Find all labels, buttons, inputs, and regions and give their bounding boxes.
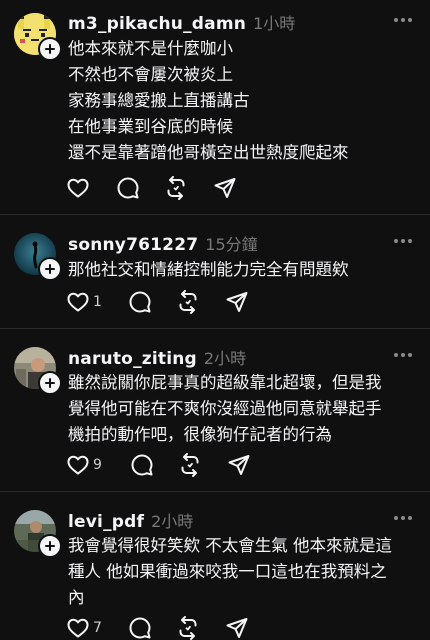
like-button[interactable]: 9 [66,453,102,477]
comment-icon [117,177,139,199]
heart-icon [67,178,89,198]
repost-button[interactable] [164,176,188,200]
avatar[interactable] [14,13,62,61]
comment-button[interactable] [130,453,154,477]
username[interactable]: m3_pikachu_damn [68,14,246,34]
share-button[interactable] [213,176,237,200]
text-line: 種人 他如果衝過來咬我一口這也在我預料之 [68,562,387,581]
comment-icon [131,454,153,476]
reply-feed: m3_pikachu_damn 1小時 他本來就不是什麼咖小 不然也不會屢次被炎… [0,0,430,640]
text-line: 機拍的動作吧，很像狗仔記者的行為 [68,425,332,444]
follow-plus-icon[interactable] [38,534,62,558]
avatar[interactable] [14,510,62,558]
like-count: 9 [93,457,102,473]
repost-icon [179,616,197,640]
comment-button[interactable] [128,290,152,314]
comment-button[interactable] [128,616,152,640]
username[interactable]: levi_pdf [68,512,144,532]
text-line: 家務事總愛搬上直播講古 [68,91,250,110]
repost-button[interactable] [176,290,200,314]
like-count: 7 [93,620,102,636]
repost-icon [167,176,185,200]
comment-icon [129,291,151,313]
like-button[interactable]: 1 [66,290,102,314]
text-line: 那他社交和情緒控制能力完全有問題欸 [68,260,349,279]
username[interactable]: naruto_ziting [68,349,197,369]
text-line: 內 [68,588,85,607]
heart-icon [67,292,89,312]
comment-button[interactable] [116,176,140,200]
like-count: 1 [93,294,102,310]
share-button[interactable] [225,290,249,314]
avatar[interactable] [14,347,62,395]
repost-icon [179,290,197,314]
repost-button[interactable] [176,616,200,640]
timestamp: 15分鐘 [205,235,258,254]
repost-icon [181,453,199,477]
comment-icon [129,617,151,639]
text-line: 不然也不會屢次被炎上 [68,65,233,84]
divider [0,328,430,329]
text-line: 我會覺得很好笑欸 不太會生氣 他本來就是這 [68,536,392,555]
share-icon [226,618,248,638]
reply-text: 雖然說關你屁事真的超級靠北超壞，但是我 覺得他可能在不爽你沒經過他同意就舉起手 … [68,370,420,448]
share-button[interactable] [225,616,249,640]
repost-button[interactable] [178,453,202,477]
timestamp: 2小時 [203,349,247,368]
text-line: 他本來就不是什麼咖小 [68,39,233,58]
heart-icon [67,455,89,475]
more-options-icon[interactable] [394,238,412,244]
like-button[interactable]: 7 [66,616,102,640]
like-button[interactable] [66,176,93,200]
more-options-icon[interactable] [394,352,412,358]
timestamp: 1小時 [253,14,296,33]
divider [0,491,430,492]
text-line: 在他事業到谷底的時候 [68,117,233,136]
more-options-icon[interactable] [394,17,412,23]
share-icon [226,292,248,312]
reply-text: 我會覺得很好笑欸 不太會生氣 他本來就是這 種人 他如果衝過來咬我一口這也在我預… [68,533,420,611]
text-line: 還不是靠著蹭他哥橫空出世熱度爬起來 [68,143,349,162]
follow-plus-icon[interactable] [38,37,62,61]
text-line: 雖然說關你屁事真的超級靠北超壞，但是我 [68,373,382,392]
share-button[interactable] [227,453,251,477]
reply-text: 他本來就不是什麼咖小 不然也不會屢次被炎上 家務事總愛搬上直播講古 在他事業到谷… [68,36,420,166]
more-options-icon[interactable] [394,515,412,521]
timestamp: 2小時 [151,512,194,531]
share-icon [214,178,236,198]
share-icon [228,455,250,475]
follow-plus-icon[interactable] [38,371,62,395]
reply-text: 那他社交和情緒控制能力完全有問題欸 [68,257,420,283]
heart-icon [67,618,89,638]
text-line: 覺得他可能在不爽你沒經過他同意就舉起手 [68,399,382,418]
avatar[interactable] [14,233,62,281]
username[interactable]: sonny761227 [68,235,198,255]
divider [0,214,430,215]
follow-plus-icon[interactable] [38,257,62,281]
